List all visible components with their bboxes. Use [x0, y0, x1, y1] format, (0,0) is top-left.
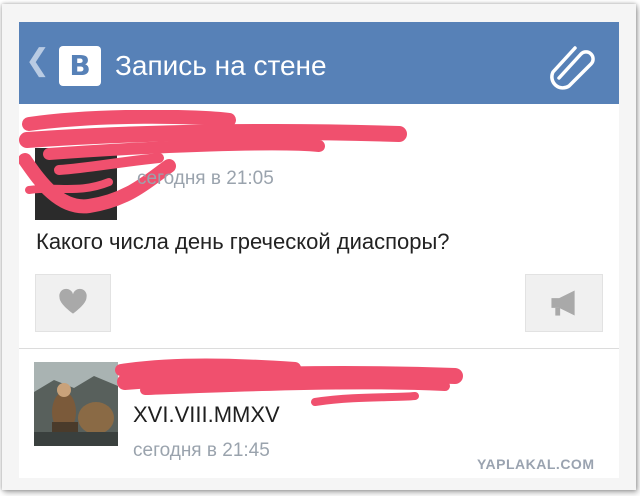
avatar-image [34, 362, 118, 446]
avatar[interactable] [34, 362, 118, 446]
page-title: Запись на стене [115, 50, 327, 81]
paperclip-icon[interactable] [545, 42, 601, 90]
vk-logo: В [59, 46, 101, 86]
chevron-left-icon[interactable]: ❮ [25, 44, 50, 78]
post-text: Какого числа день греческой диаспоры? [36, 229, 450, 254]
like-button[interactable] [35, 274, 111, 332]
share-button[interactable] [525, 274, 603, 332]
app-screen: ❮ В Запись на стене сегодня в 21:05 Како… [19, 22, 619, 478]
megaphone-icon [551, 290, 575, 316]
redaction-scribble [19, 110, 407, 220]
comment-timestamp: сегодня в 21:45 [133, 440, 270, 461]
post-timestamp: сегодня в 21:05 [137, 168, 274, 189]
divider [19, 348, 619, 349]
heart-icon [59, 288, 87, 314]
watermark: YAPLAKAL.COM [477, 456, 595, 472]
comment-text: XVI.VIII.MMXV [133, 402, 280, 427]
top-app-bar: ❮ В Запись на стене [19, 22, 619, 104]
